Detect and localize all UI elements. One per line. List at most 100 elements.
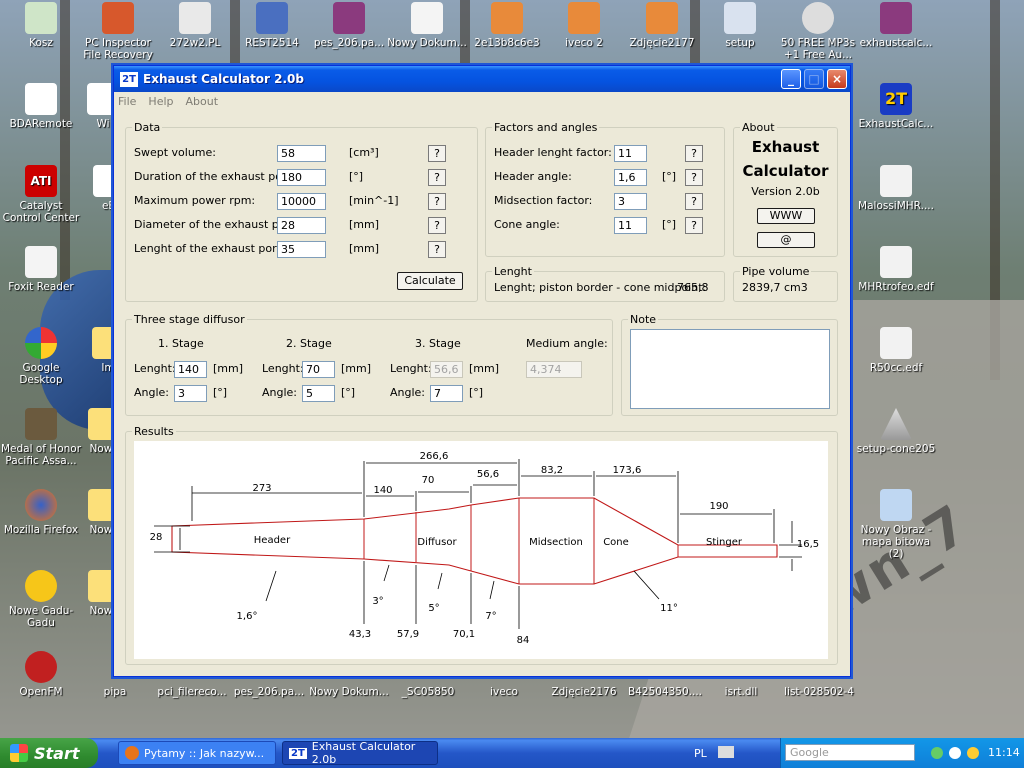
stage3-angle-input[interactable]: 7	[430, 385, 463, 402]
port-diameter-input[interactable]: 28	[277, 217, 326, 234]
desktop-icon-nowy-dokument[interactable]: Nowy Dokum...	[386, 2, 468, 49]
tray-app-icon[interactable]	[967, 747, 979, 759]
sun-icon	[25, 570, 57, 602]
length-value: 765,8	[677, 281, 709, 294]
desktop-icon-catalyst[interactable]: ATI Catalyst Control Center	[0, 165, 82, 224]
header-angle-unit: [°]	[662, 170, 677, 183]
desktop-icon-272w2[interactable]: 272w2.PL	[154, 2, 236, 49]
start-button[interactable]: Start	[0, 738, 98, 768]
desktop-icon-exhaustcalc-archive[interactable]: exhaustcalc...	[855, 2, 937, 49]
desktop-icon-iveco[interactable]: iveco	[466, 686, 542, 698]
menu-help[interactable]: Help	[148, 95, 173, 108]
max-power-rpm-input[interactable]: 10000	[277, 193, 326, 210]
duration-unit: [°]	[349, 170, 364, 183]
cone-angle-help-button[interactable]: ?	[685, 217, 703, 234]
stage2-length-input[interactable]: 70	[302, 361, 335, 378]
stage2-angle-input[interactable]: 5	[302, 385, 335, 402]
desktop-icon-free-mp3[interactable]: 50 FREE MP3s +1 Free Au...	[777, 2, 859, 61]
exhaust-calc-icon: 2T	[880, 83, 912, 115]
desktop-icon-pes206-b[interactable]: pes_206.pa...	[231, 686, 307, 698]
stage2-title: 2. Stage	[286, 337, 332, 350]
dim-stage3: 56,6	[477, 469, 499, 480]
desktop-icon-firefox[interactable]: Mozilla Firefox	[0, 489, 82, 536]
diagram-labels: Header Diffusor Midsection Cone Stinger …	[150, 451, 820, 646]
desktop-icon-pes206-a[interactable]: pes_206.pa...	[308, 2, 390, 49]
desktop-icon-pci-filereco[interactable]: pci_filereco...	[154, 686, 230, 698]
port-length-input[interactable]: 35	[277, 241, 326, 258]
www-button[interactable]: WWW	[757, 208, 815, 224]
desktop-icon-bdaremote[interactable]: BDARemote	[0, 83, 82, 130]
desktop-icon-sc05850[interactable]: _SC05850	[390, 686, 466, 698]
angle-header: 1,6°	[237, 611, 258, 622]
stage1-angle-input[interactable]: 3	[174, 385, 207, 402]
medium-angle-value: 4,374	[526, 361, 582, 378]
email-button[interactable]: @	[757, 232, 815, 248]
desktop-icon-pipa[interactable]: pipa	[77, 686, 153, 698]
desktop-icon-recycle-bin[interactable]: Kosz	[0, 2, 82, 49]
desktop-icon-isrt[interactable]: isrt.dll	[705, 686, 777, 698]
port-length-help-button[interactable]: ?	[428, 241, 446, 258]
label-stinger: Stinger	[706, 537, 743, 548]
header-length-factor-input[interactable]: 11	[614, 145, 647, 162]
max-power-rpm-label: Maximum power rpm:	[134, 194, 256, 207]
desktop-icon-openfm[interactable]: OpenFM	[0, 651, 82, 698]
port-diameter-label: Diameter of the exhaust port:	[134, 218, 299, 231]
title-bar[interactable]: 2T Exhaust Calculator 2.0b _ □ ×	[114, 66, 850, 92]
swept-volume-input[interactable]: 58	[277, 145, 326, 162]
midsection-factor-help-button[interactable]: ?	[685, 193, 703, 210]
taskbar-item-firefox[interactable]: Pytamy :: Jak nazyw...	[118, 741, 276, 765]
dim-diameter-4: 84	[517, 635, 530, 646]
maximize-button[interactable]: □	[804, 69, 824, 89]
tray-volume-icon[interactable]	[949, 747, 961, 759]
desktop-icon-r50cc[interactable]: R50cc.edf	[855, 327, 937, 374]
google-search-input[interactable]: Google	[785, 744, 915, 761]
dim-diffusor-total: 266,6	[420, 451, 449, 462]
desktop-icon-gadu-gadu[interactable]: Nowe Gadu-Gadu	[0, 570, 82, 629]
note-textarea[interactable]	[630, 329, 830, 409]
factors-group-legend: Factors and angles	[494, 121, 598, 134]
text-document-icon	[411, 2, 443, 34]
stage1-title: 1. Stage	[158, 337, 204, 350]
menu-about[interactable]: About	[186, 95, 219, 108]
minimize-button[interactable]: _	[781, 69, 801, 89]
taskbar-item-exhaust-calculator[interactable]: 2T Exhaust Calculator 2.0b	[282, 740, 438, 766]
duration-input[interactable]: 180	[277, 169, 326, 186]
desktop-icon-iveco2[interactable]: iveco 2	[543, 2, 625, 49]
desktop-icon-zdjecie2177[interactable]: Zdjęcie2177	[621, 2, 703, 49]
desktop-icon-google-desktop[interactable]: Google Desktop	[0, 327, 82, 386]
keyboard-icon[interactable]	[718, 746, 734, 758]
midsection-factor-input[interactable]: 3	[614, 193, 647, 210]
desktop-icon-medal-of-honor[interactable]: Medal of Honor Pacific Assa...	[0, 408, 82, 467]
desktop-icon-pc-inspector[interactable]: PC Inspector File Recovery	[77, 2, 159, 61]
window-title: Exhaust Calculator 2.0b	[143, 72, 304, 86]
menu-file[interactable]: File	[118, 95, 136, 108]
desktop-icon-zdjecie2176[interactable]: Zdjęcie2176	[543, 686, 625, 698]
port-diameter-help-button[interactable]: ?	[428, 217, 446, 234]
stage1-length-input[interactable]: 140	[174, 361, 207, 378]
desktop-icon-rest2514[interactable]: REST2514	[231, 2, 313, 49]
desktop-icon-nowy-obraz[interactable]: Nowy Obraz - mapa bitowa (2)	[855, 489, 937, 560]
clock[interactable]: 11:14	[988, 746, 1020, 759]
max-power-rpm-help-button[interactable]: ?	[428, 193, 446, 210]
desktop-icon-setup[interactable]: setup	[699, 2, 781, 49]
cone-angle-input[interactable]: 11	[614, 217, 647, 234]
header-angle-input[interactable]: 1,6	[614, 169, 647, 186]
desktop-icon-mhrtrofeo[interactable]: MHRtrofeo.edf	[855, 246, 937, 293]
desktop-icon-list[interactable]: list-028502-4	[777, 686, 861, 698]
desktop-icon-setup-cone[interactable]: setup-cone205	[855, 408, 937, 455]
desktop-icon-nowy-dokument-2[interactable]: Nowy Dokum...	[308, 686, 390, 698]
google-desktop-icon	[25, 327, 57, 359]
close-button[interactable]: ×	[827, 69, 847, 89]
header-length-factor-help-button[interactable]: ?	[685, 145, 703, 162]
language-indicator[interactable]: PL	[694, 747, 707, 760]
swept-volume-help-button[interactable]: ?	[428, 145, 446, 162]
desktop-icon-foxit[interactable]: Foxit Reader	[0, 246, 82, 293]
header-angle-help-button[interactable]: ?	[685, 169, 703, 186]
tray-network-icon[interactable]	[931, 747, 943, 759]
desktop-icon-b42504350[interactable]: B42504350....	[625, 686, 705, 698]
calculate-button[interactable]: Calculate	[397, 272, 463, 290]
desktop-icon-malossi[interactable]: MalossiMHR....	[855, 165, 937, 212]
desktop-icon-2e13b8c6e3[interactable]: 2e13b8c6e3	[466, 2, 548, 49]
duration-help-button[interactable]: ?	[428, 169, 446, 186]
desktop-icon-exhaustcalc[interactable]: 2T ExhaustCalc...	[855, 83, 937, 130]
